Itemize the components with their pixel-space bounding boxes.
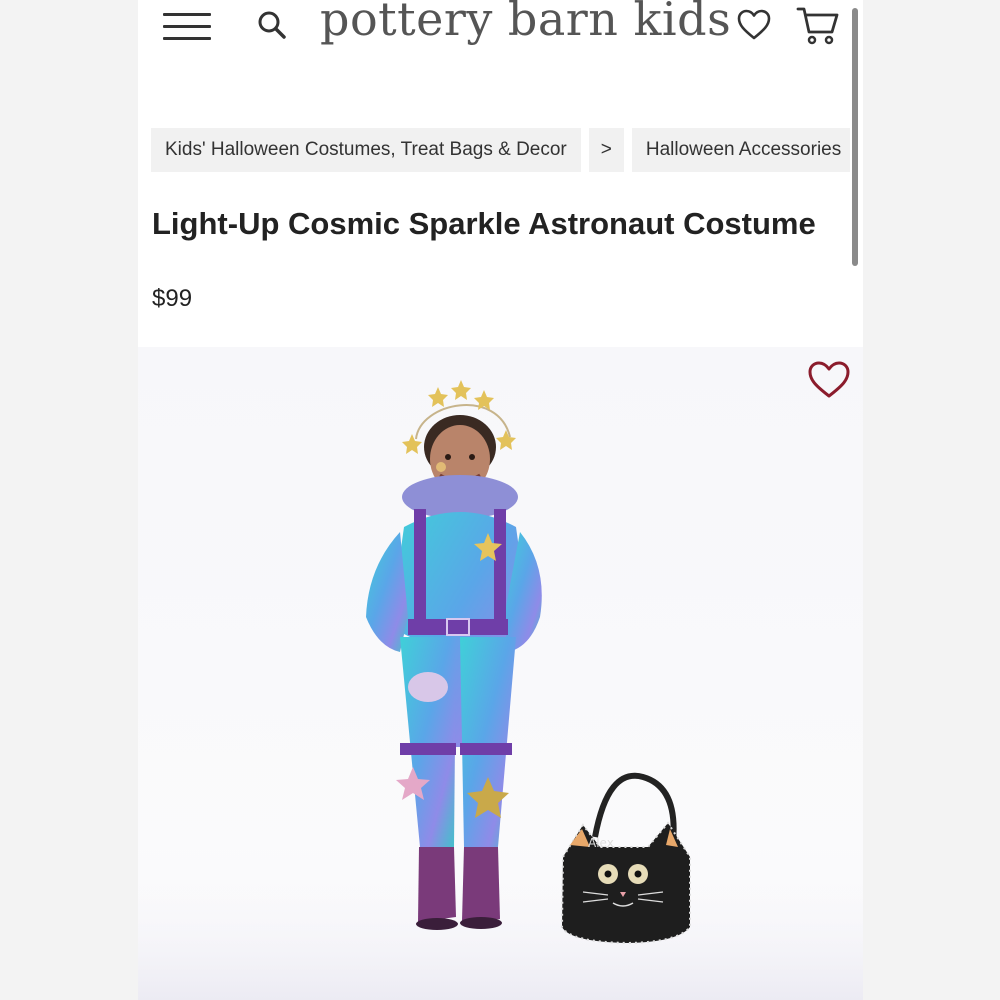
breadcrumb-item-halloween-accessories[interactable]: Halloween Accessories: [631, 128, 850, 172]
breadcrumb-item-halloween-costumes[interactable]: Kids' Halloween Costumes, Treat Bags & D…: [151, 128, 581, 172]
bag-name-text: Alex: [588, 836, 614, 850]
product-page: pottery barn kids Kids' Halloween Costum…: [138, 0, 863, 1000]
hamburger-menu-icon[interactable]: [163, 10, 211, 42]
breadcrumb: Kids' Halloween Costumes, Treat Bags & D…: [151, 128, 850, 172]
favorite-heart-icon[interactable]: [806, 358, 852, 402]
product-price: $99: [152, 285, 193, 312]
scrollbar-thumb[interactable]: [852, 8, 858, 266]
product-photo-illustration: Alex: [138, 380, 863, 1000]
cart-icon[interactable]: [796, 4, 840, 46]
heart-icon[interactable]: [736, 7, 772, 43]
product-title: Light-Up Cosmic Sparkle Astronaut Costum…: [152, 206, 816, 241]
search-icon[interactable]: [255, 8, 289, 42]
breadcrumb-separator: >: [588, 128, 624, 172]
product-image[interactable]: Alex: [138, 347, 863, 1000]
brand-logo[interactable]: pottery barn kids: [320, 0, 731, 46]
